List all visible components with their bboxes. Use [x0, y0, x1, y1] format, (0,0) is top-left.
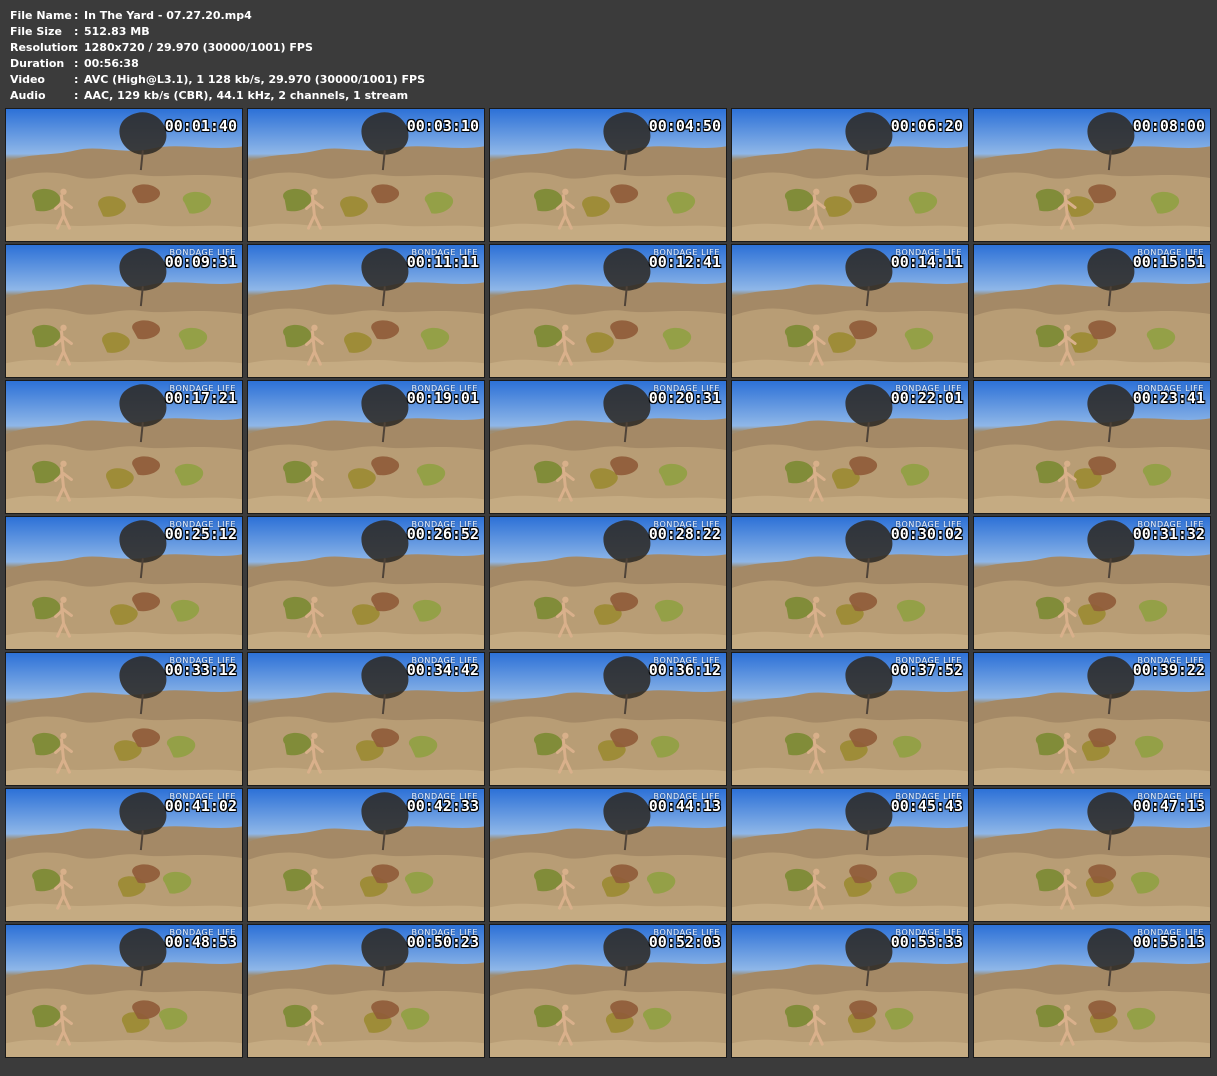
duration-value: 00:56:38: [84, 57, 139, 70]
thumbnail-timestamp: 00:15:51: [1132, 253, 1205, 271]
video-separator: :: [74, 73, 79, 86]
thumbnail-timestamp: 00:33:12: [164, 661, 237, 679]
video-thumbnail: BONDAGE LIFE 00:53:33: [731, 924, 969, 1058]
video-row: Video : AVC (High@L3.1), 1 128 kb/s, 29.…: [10, 72, 1200, 88]
video-thumbnail: BONDAGE LIFE 00:41:02: [5, 788, 243, 922]
thumbnail-timestamp: 00:01:40: [164, 117, 237, 135]
thumbnail-timestamp: 00:44:13: [648, 797, 721, 815]
video-thumbnail: BONDAGE LIFE 00:45:43: [731, 788, 969, 922]
video-thumbnail: BONDAGE LIFE 00:48:53: [5, 924, 243, 1058]
video-thumbnail: BONDAGE LIFE 00:50:23: [247, 924, 485, 1058]
video-thumbnail: BONDAGE LIFE 00:44:13: [489, 788, 727, 922]
audio-separator: :: [74, 89, 79, 102]
video-thumbnail: 00:03:10: [247, 108, 485, 242]
thumbnail-timestamp: 00:14:11: [890, 253, 963, 271]
video-thumbnail: BONDAGE LIFE 00:37:52: [731, 652, 969, 786]
video-thumbnail: BONDAGE LIFE 00:14:11: [731, 244, 969, 378]
thumbnail-timestamp: 00:09:31: [164, 253, 237, 271]
thumbnail-timestamp: 00:12:41: [648, 253, 721, 271]
resolution-separator: :: [74, 41, 79, 54]
video-thumbnail: BONDAGE LIFE 00:19:01: [247, 380, 485, 514]
thumbnail-timestamp: 00:52:03: [648, 933, 721, 951]
thumbnail-timestamp: 00:31:32: [1132, 525, 1205, 543]
thumbnail-timestamp: 00:50:23: [406, 933, 479, 951]
thumbnail-timestamp: 00:42:33: [406, 797, 479, 815]
video-thumbnail: 00:04:50: [489, 108, 727, 242]
thumbnail-timestamp: 00:17:21: [164, 389, 237, 407]
duration-row: Duration : 00:56:38: [10, 56, 1200, 72]
file-name-label: File Name: [10, 9, 72, 22]
thumbnail-timestamp: 00:48:53: [164, 933, 237, 951]
file-name-separator: :: [74, 9, 79, 22]
thumbnail-timestamp: 00:45:43: [890, 797, 963, 815]
audio-row: Audio : AAC, 129 kb/s (CBR), 44.1 kHz, 2…: [10, 88, 1200, 104]
thumbnail-timestamp: 00:23:41: [1132, 389, 1205, 407]
video-thumbnail: 00:01:40: [5, 108, 243, 242]
video-thumbnail: BONDAGE LIFE 00:52:03: [489, 924, 727, 1058]
video-thumbnail: BONDAGE LIFE 00:31:32: [973, 516, 1211, 650]
video-thumbnail: BONDAGE LIFE 00:22:01: [731, 380, 969, 514]
video-label: Video: [10, 73, 45, 86]
thumbnail-timestamp: 00:19:01: [406, 389, 479, 407]
file-size-separator: :: [74, 25, 79, 38]
thumbnail-timestamp: 00:47:13: [1132, 797, 1205, 815]
thumbnail-timestamp: 00:34:42: [406, 661, 479, 679]
video-thumbnail: 00:06:20: [731, 108, 969, 242]
video-thumbnail: BONDAGE LIFE 00:26:52: [247, 516, 485, 650]
video-thumbnail: 00:08:00: [973, 108, 1211, 242]
video-thumbnail: BONDAGE LIFE 00:17:21: [5, 380, 243, 514]
thumbnail-timestamp: 00:36:12: [648, 661, 721, 679]
video-thumbnail: BONDAGE LIFE 00:25:12: [5, 516, 243, 650]
video-thumbnail: BONDAGE LIFE 00:28:22: [489, 516, 727, 650]
video-thumbnail: BONDAGE LIFE 00:55:13: [973, 924, 1211, 1058]
resolution-row: Resolution : 1280x720 / 29.970 (30000/10…: [10, 40, 1200, 56]
thumbnail-timestamp: 00:25:12: [164, 525, 237, 543]
video-thumbnail: BONDAGE LIFE 00:11:11: [247, 244, 485, 378]
audio-label: Audio: [10, 89, 46, 102]
thumbnail-timestamp: 00:22:01: [890, 389, 963, 407]
video-thumbnail: BONDAGE LIFE 00:30:02: [731, 516, 969, 650]
thumbnail-timestamp: 00:39:22: [1132, 661, 1205, 679]
audio-value: AAC, 129 kb/s (CBR), 44.1 kHz, 2 channel…: [84, 89, 409, 102]
thumbnail-timestamp: 00:41:02: [164, 797, 237, 815]
thumbnail-timestamp: 00:30:02: [890, 525, 963, 543]
file-info-header: File Name : In The Yard - 07.27.20.mp4 F…: [10, 8, 1200, 104]
file-size-value: 512.83 MB: [84, 25, 150, 38]
video-thumbnail: BONDAGE LIFE 00:34:42: [247, 652, 485, 786]
thumbnail-timestamp: 00:06:20: [890, 117, 963, 135]
thumbnail-timestamp: 00:28:22: [648, 525, 721, 543]
video-thumbnail: BONDAGE LIFE 00:12:41: [489, 244, 727, 378]
video-value: AVC (High@L3.1), 1 128 kb/s, 29.970 (300…: [84, 73, 426, 86]
thumbnail-timestamp: 00:20:31: [648, 389, 721, 407]
thumbnail-timestamp: 00:37:52: [890, 661, 963, 679]
video-thumbnail: BONDAGE LIFE 00:09:31: [5, 244, 243, 378]
video-thumbnail: BONDAGE LIFE 00:36:12: [489, 652, 727, 786]
video-thumbnail: BONDAGE LIFE 00:39:22: [973, 652, 1211, 786]
resolution-label: Resolution: [10, 41, 77, 54]
video-thumbnail: BONDAGE LIFE 00:47:13: [973, 788, 1211, 922]
video-thumbnail: BONDAGE LIFE 00:15:51: [973, 244, 1211, 378]
file-size-row: File Size : 512.83 MB: [10, 24, 1200, 40]
file-size-label: File Size: [10, 25, 62, 38]
duration-separator: :: [74, 57, 79, 70]
file-name-row: File Name : In The Yard - 07.27.20.mp4: [10, 8, 1200, 24]
video-thumbnail: BONDAGE LIFE 00:42:33: [247, 788, 485, 922]
video-thumbnail: BONDAGE LIFE 00:33:12: [5, 652, 243, 786]
thumbnail-timestamp: 00:11:11: [406, 253, 479, 271]
thumbnail-timestamp: 00:08:00: [1132, 117, 1205, 135]
file-name-value: In The Yard - 07.27.20.mp4: [84, 9, 252, 22]
thumbnail-timestamp: 00:53:33: [890, 933, 963, 951]
resolution-value: 1280x720 / 29.970 (30000/1001) FPS: [84, 41, 313, 54]
video-thumbnail: BONDAGE LIFE 00:23:41: [973, 380, 1211, 514]
thumbnail-timestamp: 00:03:10: [406, 117, 479, 135]
video-thumbnail: BONDAGE LIFE 00:20:31: [489, 380, 727, 514]
thumbnail-timestamp: 00:26:52: [406, 525, 479, 543]
thumbnail-timestamp: 00:04:50: [648, 117, 721, 135]
thumbnail-grid: 00:01:40 00:03:10 00:04:50 00:06:20 00:0…: [5, 108, 1211, 1058]
thumbnail-timestamp: 00:55:13: [1132, 933, 1205, 951]
duration-label: Duration: [10, 57, 65, 70]
